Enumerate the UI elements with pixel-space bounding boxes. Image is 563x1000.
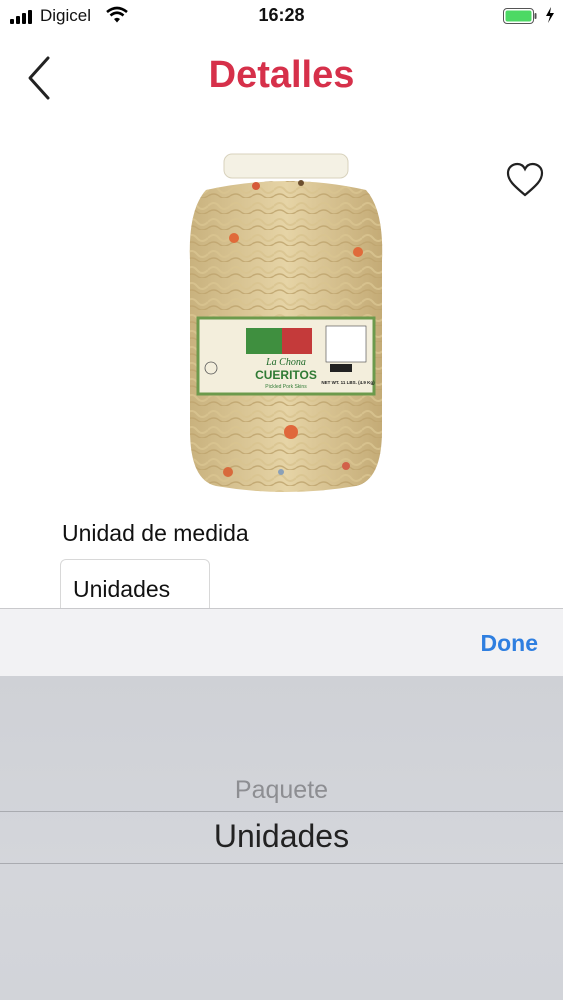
unit-of-measure-field[interactable]: Unidades bbox=[60, 559, 210, 615]
product-label-weight: NET WT. 11 LBS. (4.9 Kg) bbox=[321, 380, 375, 385]
unit-of-measure-label: Unidad de medida bbox=[62, 520, 249, 546]
status-bar: Digicel 16:28 bbox=[0, 0, 563, 32]
picker-option[interactable]: Paquete bbox=[0, 776, 563, 805]
picker-selection-bottom-line bbox=[0, 863, 563, 864]
unit-picker[interactable]: Paquete Unidades bbox=[0, 676, 563, 1000]
clock: 16:28 bbox=[258, 5, 305, 25]
battery-icon bbox=[503, 8, 537, 24]
product-image: La Chona CUERITOS Pickled Pork Skins NET… bbox=[189, 153, 383, 492]
done-button[interactable]: Done bbox=[481, 630, 539, 657]
product-label-name: CUERITOS bbox=[255, 368, 317, 382]
page-title: Detalles bbox=[208, 54, 355, 96]
picker-toolbar: Done bbox=[0, 608, 563, 677]
picker-selection-top-line bbox=[0, 811, 563, 812]
product-label-brand: La Chona bbox=[265, 357, 306, 368]
picker-option-selected[interactable]: Unidades bbox=[0, 818, 563, 855]
heart-icon bbox=[506, 162, 544, 197]
product-label-subtitle: Pickled Pork Skins bbox=[265, 384, 307, 390]
charging-icon bbox=[546, 7, 554, 23]
favorite-button[interactable] bbox=[505, 160, 545, 200]
